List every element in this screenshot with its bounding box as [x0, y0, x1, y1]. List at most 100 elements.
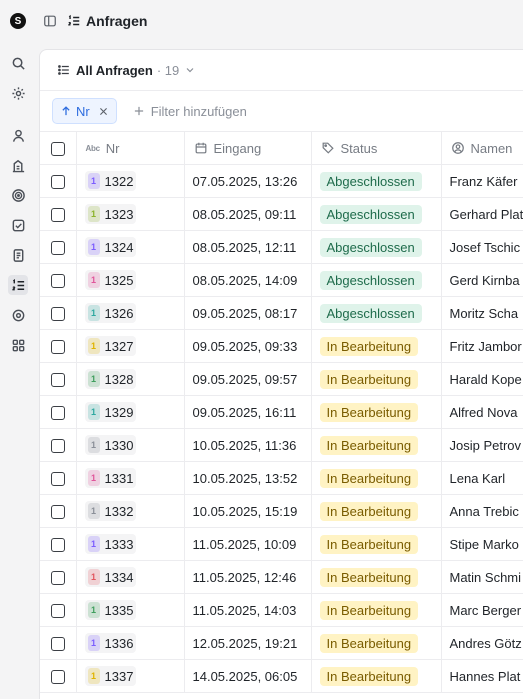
- nr-cell[interactable]: 1 1329: [76, 395, 185, 429]
- row-checkbox[interactable]: [50, 273, 65, 288]
- nr-cell[interactable]: 1 1326: [76, 296, 185, 330]
- namen-cell[interactable]: Moritz Scha: [441, 296, 523, 330]
- status-cell[interactable]: In Bearbeitung: [311, 494, 442, 528]
- namen-cell[interactable]: Harald Kope: [441, 362, 523, 396]
- row-checkbox[interactable]: [50, 504, 65, 519]
- table-row[interactable]: 1 1328 09.05.2025, 09:57 In Bearbeitung H…: [40, 362, 523, 396]
- row-checkbox[interactable]: [50, 174, 65, 189]
- apps-grid-icon[interactable]: [8, 335, 28, 355]
- eingang-cell[interactable]: 11.05.2025, 12:46: [184, 560, 312, 594]
- add-filter-button[interactable]: Filter hinzufügen: [133, 104, 247, 119]
- status-cell[interactable]: Abgeschlossen: [311, 164, 442, 198]
- eingang-cell[interactable]: 10.05.2025, 15:19: [184, 494, 312, 528]
- table-row[interactable]: 1 1327 09.05.2025, 09:33 In Bearbeitung F…: [40, 329, 523, 363]
- nr-cell[interactable]: 1 1327: [76, 329, 185, 363]
- status-cell[interactable]: Abgeschlossen: [311, 230, 442, 264]
- namen-cell[interactable]: Stipe Marko: [441, 527, 523, 561]
- view-selector[interactable]: All Anfragen · 19: [40, 50, 523, 91]
- status-cell[interactable]: In Bearbeitung: [311, 428, 442, 462]
- nr-cell[interactable]: 1 1331: [76, 461, 185, 495]
- nr-cell[interactable]: 1 1323: [76, 197, 185, 231]
- eingang-cell[interactable]: 09.05.2025, 09:33: [184, 329, 312, 363]
- nr-cell[interactable]: 1 1330: [76, 428, 185, 462]
- eingang-cell[interactable]: 07.05.2025, 13:26: [184, 164, 312, 198]
- status-cell[interactable]: In Bearbeitung: [311, 395, 442, 429]
- row-checkbox[interactable]: [50, 405, 65, 420]
- namen-cell[interactable]: Josef Tschic: [441, 230, 523, 264]
- eingang-cell[interactable]: 09.05.2025, 08:17: [184, 296, 312, 330]
- table-row[interactable]: 1 1325 08.05.2025, 14:09 Abgeschlossen Ge…: [40, 263, 523, 297]
- namen-cell[interactable]: Andres Götz: [441, 626, 523, 660]
- row-checkbox[interactable]: [50, 537, 65, 552]
- status-cell[interactable]: In Bearbeitung: [311, 329, 442, 363]
- sidebar-toggle-icon[interactable]: [43, 14, 57, 28]
- column-header-namen[interactable]: Namen: [441, 131, 523, 165]
- nr-cell[interactable]: 1 1336: [76, 626, 185, 660]
- row-checkbox[interactable]: [50, 339, 65, 354]
- select-all-checkbox[interactable]: [50, 141, 65, 156]
- status-cell[interactable]: In Bearbeitung: [311, 626, 442, 660]
- column-header-nr[interactable]: Abc Nr: [76, 131, 185, 165]
- table-row[interactable]: 1 1332 10.05.2025, 15:19 In Bearbeitung A…: [40, 494, 523, 528]
- status-cell[interactable]: In Bearbeitung: [311, 362, 442, 396]
- eingang-cell[interactable]: 09.05.2025, 09:57: [184, 362, 312, 396]
- row-checkbox[interactable]: [50, 570, 65, 585]
- nr-cell[interactable]: 1 1333: [76, 527, 185, 561]
- table-row[interactable]: 1 1324 08.05.2025, 12:11 Abgeschlossen Jo…: [40, 230, 523, 264]
- status-cell[interactable]: Abgeschlossen: [311, 263, 442, 297]
- target-icon[interactable]: [8, 185, 28, 205]
- status-cell[interactable]: In Bearbeitung: [311, 527, 442, 561]
- nr-cell[interactable]: 1 1332: [76, 494, 185, 528]
- close-icon[interactable]: [98, 106, 109, 117]
- cog-settings-icon[interactable]: [8, 305, 28, 325]
- eingang-cell[interactable]: 11.05.2025, 14:03: [184, 593, 312, 627]
- table-row[interactable]: 1 1322 07.05.2025, 13:26 Abgeschlossen Fr…: [40, 164, 523, 198]
- list-numbered-icon[interactable]: [8, 275, 28, 295]
- nr-cell[interactable]: 1 1328: [76, 362, 185, 396]
- app-logo[interactable]: S: [10, 13, 26, 29]
- status-cell[interactable]: In Bearbeitung: [311, 461, 442, 495]
- status-cell[interactable]: Abgeschlossen: [311, 197, 442, 231]
- person-icon[interactable]: [8, 125, 28, 145]
- row-checkbox[interactable]: [50, 669, 65, 684]
- eingang-cell[interactable]: 08.05.2025, 09:11: [184, 197, 312, 231]
- table-row[interactable]: 1 1336 12.05.2025, 19:21 In Bearbeitung A…: [40, 626, 523, 660]
- namen-cell[interactable]: Josip Petrov: [441, 428, 523, 462]
- checkbox-task-icon[interactable]: [8, 215, 28, 235]
- row-checkbox[interactable]: [50, 372, 65, 387]
- table-row[interactable]: 1 1331 10.05.2025, 13:52 In Bearbeitung L…: [40, 461, 523, 495]
- row-checkbox[interactable]: [50, 207, 65, 222]
- namen-cell[interactable]: Marc Berger: [441, 593, 523, 627]
- table-row[interactable]: 1 1326 09.05.2025, 08:17 Abgeschlossen Mo…: [40, 296, 523, 330]
- eingang-cell[interactable]: 09.05.2025, 16:11: [184, 395, 312, 429]
- eingang-cell[interactable]: 10.05.2025, 13:52: [184, 461, 312, 495]
- settings-gear-icon[interactable]: [8, 83, 28, 103]
- namen-cell[interactable]: Gerd Kirnba: [441, 263, 523, 297]
- table-row[interactable]: 1 1329 09.05.2025, 16:11 In Bearbeitung A…: [40, 395, 523, 429]
- nr-cell[interactable]: 1 1322: [76, 164, 185, 198]
- nr-cell[interactable]: 1 1334: [76, 560, 185, 594]
- namen-cell[interactable]: Fritz Jambor: [441, 329, 523, 363]
- status-cell[interactable]: In Bearbeitung: [311, 659, 442, 693]
- row-checkbox[interactable]: [50, 603, 65, 618]
- status-cell[interactable]: In Bearbeitung: [311, 593, 442, 627]
- table-row[interactable]: 1 1335 11.05.2025, 14:03 In Bearbeitung M…: [40, 593, 523, 627]
- row-checkbox[interactable]: [50, 636, 65, 651]
- eingang-cell[interactable]: 14.05.2025, 06:05: [184, 659, 312, 693]
- status-cell[interactable]: In Bearbeitung: [311, 560, 442, 594]
- namen-cell[interactable]: Alfred Nova: [441, 395, 523, 429]
- sort-chip-nr[interactable]: Nr: [52, 98, 117, 124]
- eingang-cell[interactable]: 11.05.2025, 10:09: [184, 527, 312, 561]
- namen-cell[interactable]: Gerhard Plat: [441, 197, 523, 231]
- namen-cell[interactable]: Matin Schmi: [441, 560, 523, 594]
- column-header-status[interactable]: Status: [311, 131, 442, 165]
- eingang-cell[interactable]: 08.05.2025, 14:09: [184, 263, 312, 297]
- nr-cell[interactable]: 1 1335: [76, 593, 185, 627]
- building-icon[interactable]: [8, 155, 28, 175]
- row-checkbox[interactable]: [50, 438, 65, 453]
- status-cell[interactable]: Abgeschlossen: [311, 296, 442, 330]
- table-row[interactable]: 1 1334 11.05.2025, 12:46 In Bearbeitung M…: [40, 560, 523, 594]
- row-checkbox[interactable]: [50, 240, 65, 255]
- table-row[interactable]: 1 1330 10.05.2025, 11:36 In Bearbeitung J…: [40, 428, 523, 462]
- nr-cell[interactable]: 1 1324: [76, 230, 185, 264]
